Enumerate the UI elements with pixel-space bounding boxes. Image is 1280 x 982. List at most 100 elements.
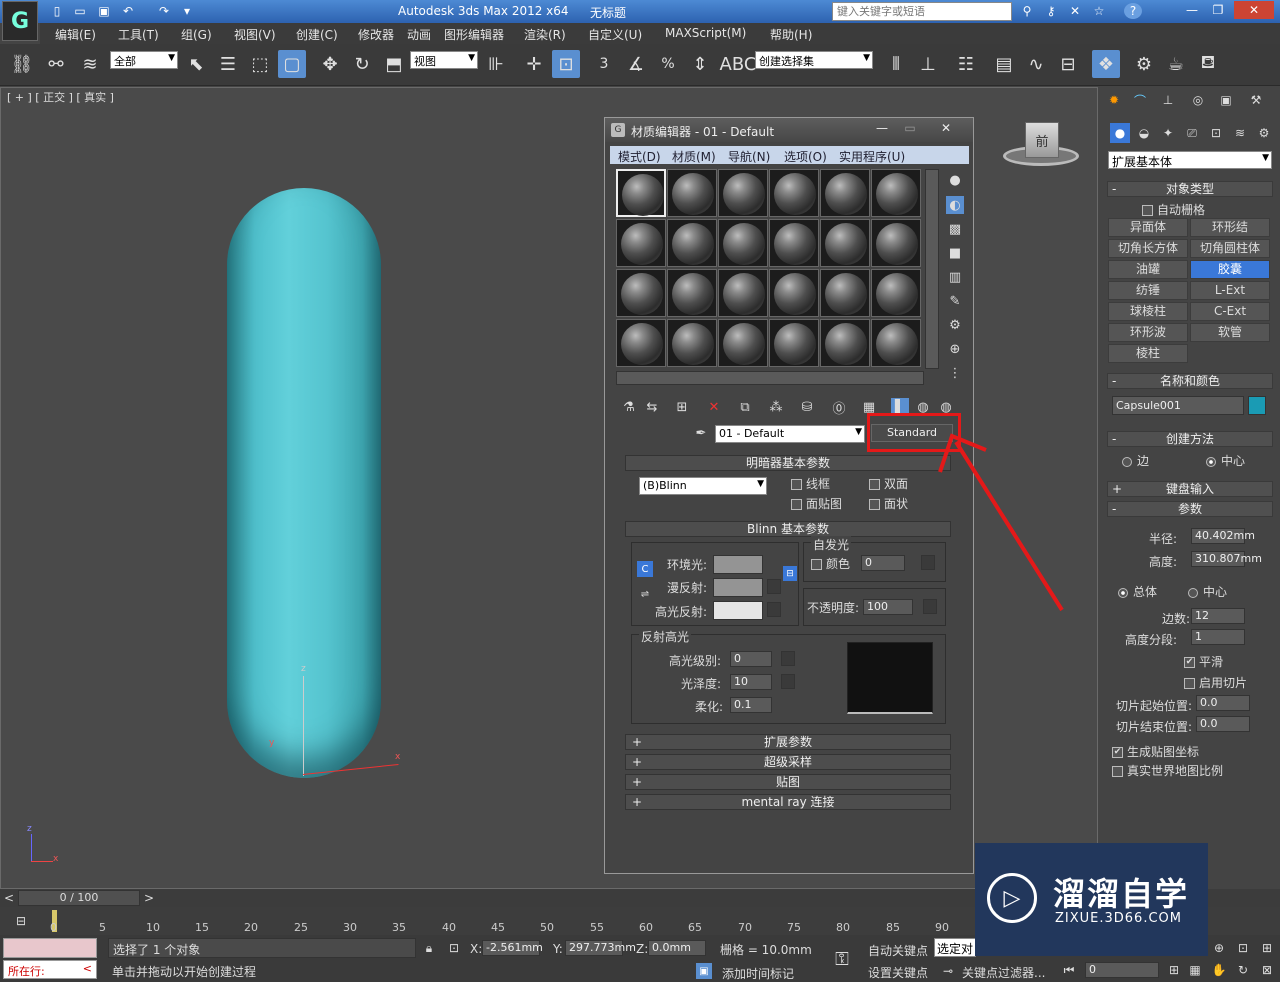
modify-tab-icon[interactable]: ⌒ xyxy=(1130,90,1150,110)
glossiness-map-button[interactable] xyxy=(781,674,795,689)
category-dropdown[interactable]: 扩展基本体 ▼ xyxy=(1108,151,1272,169)
zoom-extents-icon[interactable]: ⊡ xyxy=(1234,939,1252,957)
object-name-input[interactable]: Capsule001 xyxy=(1112,396,1244,415)
field-of-view-icon[interactable]: ▦ xyxy=(1186,962,1204,978)
c-ext-button[interactable]: C-Ext xyxy=(1190,302,1270,321)
sample-slots-vscroll[interactable] xyxy=(925,169,939,369)
rendered-frame-icon[interactable]: ☕ xyxy=(1162,50,1190,78)
menu-graph-editors[interactable]: 图形编辑器 xyxy=(444,26,504,43)
self-illum-color-checkbox[interactable]: 颜色 xyxy=(811,555,850,572)
get-material-icon[interactable]: ⚗ xyxy=(620,398,638,416)
close-icon[interactable]: ✕ xyxy=(1234,1,1274,19)
sample-slot[interactable] xyxy=(871,169,921,217)
select-by-material-icon[interactable]: ⊕ xyxy=(946,340,964,358)
sample-type-icon[interactable]: ● xyxy=(946,171,964,189)
move-icon[interactable]: ✥ xyxy=(316,50,344,78)
lights-icon[interactable]: ✦ xyxy=(1158,123,1178,143)
y-coord-field[interactable]: 297.773mm xyxy=(565,940,636,956)
material-id-channel-icon[interactable]: ⓪ xyxy=(830,398,848,417)
select-object-icon[interactable]: ⬉ xyxy=(182,50,210,78)
material-editor-window[interactable]: G 材质编辑器 - 01 - Default — ▭ ✕ 模式(D) 材质(M)… xyxy=(604,117,974,874)
sample-slot[interactable] xyxy=(871,269,921,317)
set-key-icon[interactable]: ⚿ xyxy=(828,947,856,971)
spacewarps-icon[interactable]: ≋ xyxy=(1230,123,1250,143)
motion-tab-icon[interactable]: ◎ xyxy=(1188,90,1208,110)
soften-spinner[interactable]: 0.1 xyxy=(730,697,772,713)
next-frame-icon[interactable]: > xyxy=(142,891,156,905)
time-tag-icon[interactable]: ▣ xyxy=(696,963,712,979)
prev-frame-icon[interactable]: < xyxy=(2,891,16,905)
centers-radio[interactable]: 中心 xyxy=(1188,583,1227,600)
mini-curve-editor-icon[interactable]: ⊟ xyxy=(10,912,32,930)
menu-view[interactable]: 视图(V) xyxy=(234,26,276,43)
new-file-icon[interactable]: ▯ xyxy=(49,3,65,19)
schematic-view-icon[interactable]: ⊟ xyxy=(1054,50,1082,78)
close-icon[interactable]: ✕ xyxy=(931,120,961,136)
snaps-toggle-icon[interactable]: 3 xyxy=(590,50,618,78)
height-spinner[interactable]: 310.807mm xyxy=(1191,551,1262,567)
sample-slot[interactable] xyxy=(718,269,768,317)
uv-tiling-icon[interactable]: ■ xyxy=(946,244,964,262)
sample-slots-hscroll[interactable] xyxy=(616,371,924,385)
mirror-icon[interactable]: ⫴ xyxy=(882,50,910,78)
diffuse-map-button[interactable] xyxy=(767,579,781,594)
shapes-icon[interactable]: ◒ xyxy=(1134,123,1154,143)
backlight-icon[interactable]: ◐ xyxy=(946,196,964,214)
abs-mode-transform-icon[interactable]: ⊡ xyxy=(446,940,462,956)
chamfer-box-button[interactable]: 切角长方体 xyxy=(1108,239,1188,258)
time-slider-thumb[interactable]: 0 / 100 xyxy=(18,890,140,906)
current-frame-spinner[interactable]: 0 xyxy=(1085,962,1159,978)
sides-spinner[interactable]: 12 xyxy=(1191,608,1245,624)
viewcube-face[interactable]: 前 xyxy=(1025,122,1059,158)
faceted-checkbox[interactable]: 面状 xyxy=(869,495,908,512)
selection-filter-dropdown[interactable]: 全部 ▼ xyxy=(110,51,178,69)
time-config-icon[interactable]: ⊞ xyxy=(1165,962,1183,978)
sample-slot[interactable] xyxy=(769,169,819,217)
viewport-label[interactable]: [ + ] [ 正交 ] [ 真实 ] xyxy=(7,89,114,105)
sample-slot[interactable] xyxy=(718,169,768,217)
real-world-scale-checkbox[interactable]: 真实世界地图比例 xyxy=(1112,762,1223,779)
creation-method-rollout[interactable]: - 创建方法 xyxy=(1107,431,1273,447)
mat-menu-material[interactable]: 材质(M) xyxy=(672,148,716,165)
slice-to-spinner[interactable]: 0.0 xyxy=(1196,716,1250,732)
smooth-checkbox[interactable]: ✔ 平滑 xyxy=(1184,653,1223,670)
go-to-start-icon[interactable]: ⏮ xyxy=(1060,962,1078,978)
scale-icon[interactable]: ⬒ xyxy=(380,50,408,78)
menu-edit[interactable]: 编辑(E) xyxy=(55,26,96,43)
edge-radio[interactable]: 边 xyxy=(1122,452,1149,469)
sample-slot[interactable] xyxy=(616,269,666,317)
oil-tank-button[interactable]: 油罐 xyxy=(1108,260,1188,279)
x-coord-field[interactable]: -2.561mm xyxy=(482,940,543,956)
pivot-center-icon[interactable]: ⊪ xyxy=(482,50,510,78)
star-icon[interactable]: ☆ xyxy=(1090,3,1108,19)
height-segs-spinner[interactable]: 1 xyxy=(1191,629,1245,645)
named-selection-dropdown[interactable]: 创建选择集 ▼ xyxy=(755,51,873,69)
lock-map-icon[interactable]: ⊟ xyxy=(783,566,797,581)
ringwave-button[interactable]: 环形波 xyxy=(1108,323,1188,342)
menu-tools[interactable]: 工具(T) xyxy=(118,26,159,43)
sample-slot[interactable] xyxy=(820,219,870,267)
opacity-spinner[interactable]: 100 xyxy=(863,599,913,615)
save-file-icon[interactable]: ▣ xyxy=(96,3,112,19)
mat-menu-options[interactable]: 选项(O) xyxy=(784,148,827,165)
menu-animation[interactable]: 动画 xyxy=(407,26,431,43)
maxscript-listener[interactable] xyxy=(3,938,97,958)
create-tab-icon[interactable]: ✹ xyxy=(1104,90,1124,110)
object-color-swatch[interactable] xyxy=(1248,396,1266,415)
keyboard-shortcut-override-icon[interactable]: ⊡ xyxy=(552,50,580,78)
graphite-tools-icon[interactable]: ▤ xyxy=(990,50,1018,78)
capsule-button[interactable]: 胶囊 xyxy=(1190,260,1270,279)
menu-group[interactable]: 组(G) xyxy=(181,26,212,43)
two-sided-checkbox[interactable]: 双面 xyxy=(869,475,908,492)
app-logo-icon[interactable]: G xyxy=(2,1,38,41)
undo-icon[interactable]: ↶ xyxy=(120,3,136,19)
overall-radio[interactable]: 总体 xyxy=(1118,583,1157,600)
sample-slot[interactable] xyxy=(667,269,717,317)
unlink-icon[interactable]: ⚯ xyxy=(42,50,70,78)
rotate-icon[interactable]: ↻ xyxy=(348,50,376,78)
gengon-button[interactable]: 球棱柱 xyxy=(1108,302,1188,321)
specular-map-button[interactable] xyxy=(767,602,781,617)
assign-to-selection-icon[interactable]: ⊞ xyxy=(673,398,691,416)
utilities-tab-icon[interactable]: ⚒ xyxy=(1246,90,1266,110)
systems-icon[interactable]: ⚙ xyxy=(1254,123,1274,143)
